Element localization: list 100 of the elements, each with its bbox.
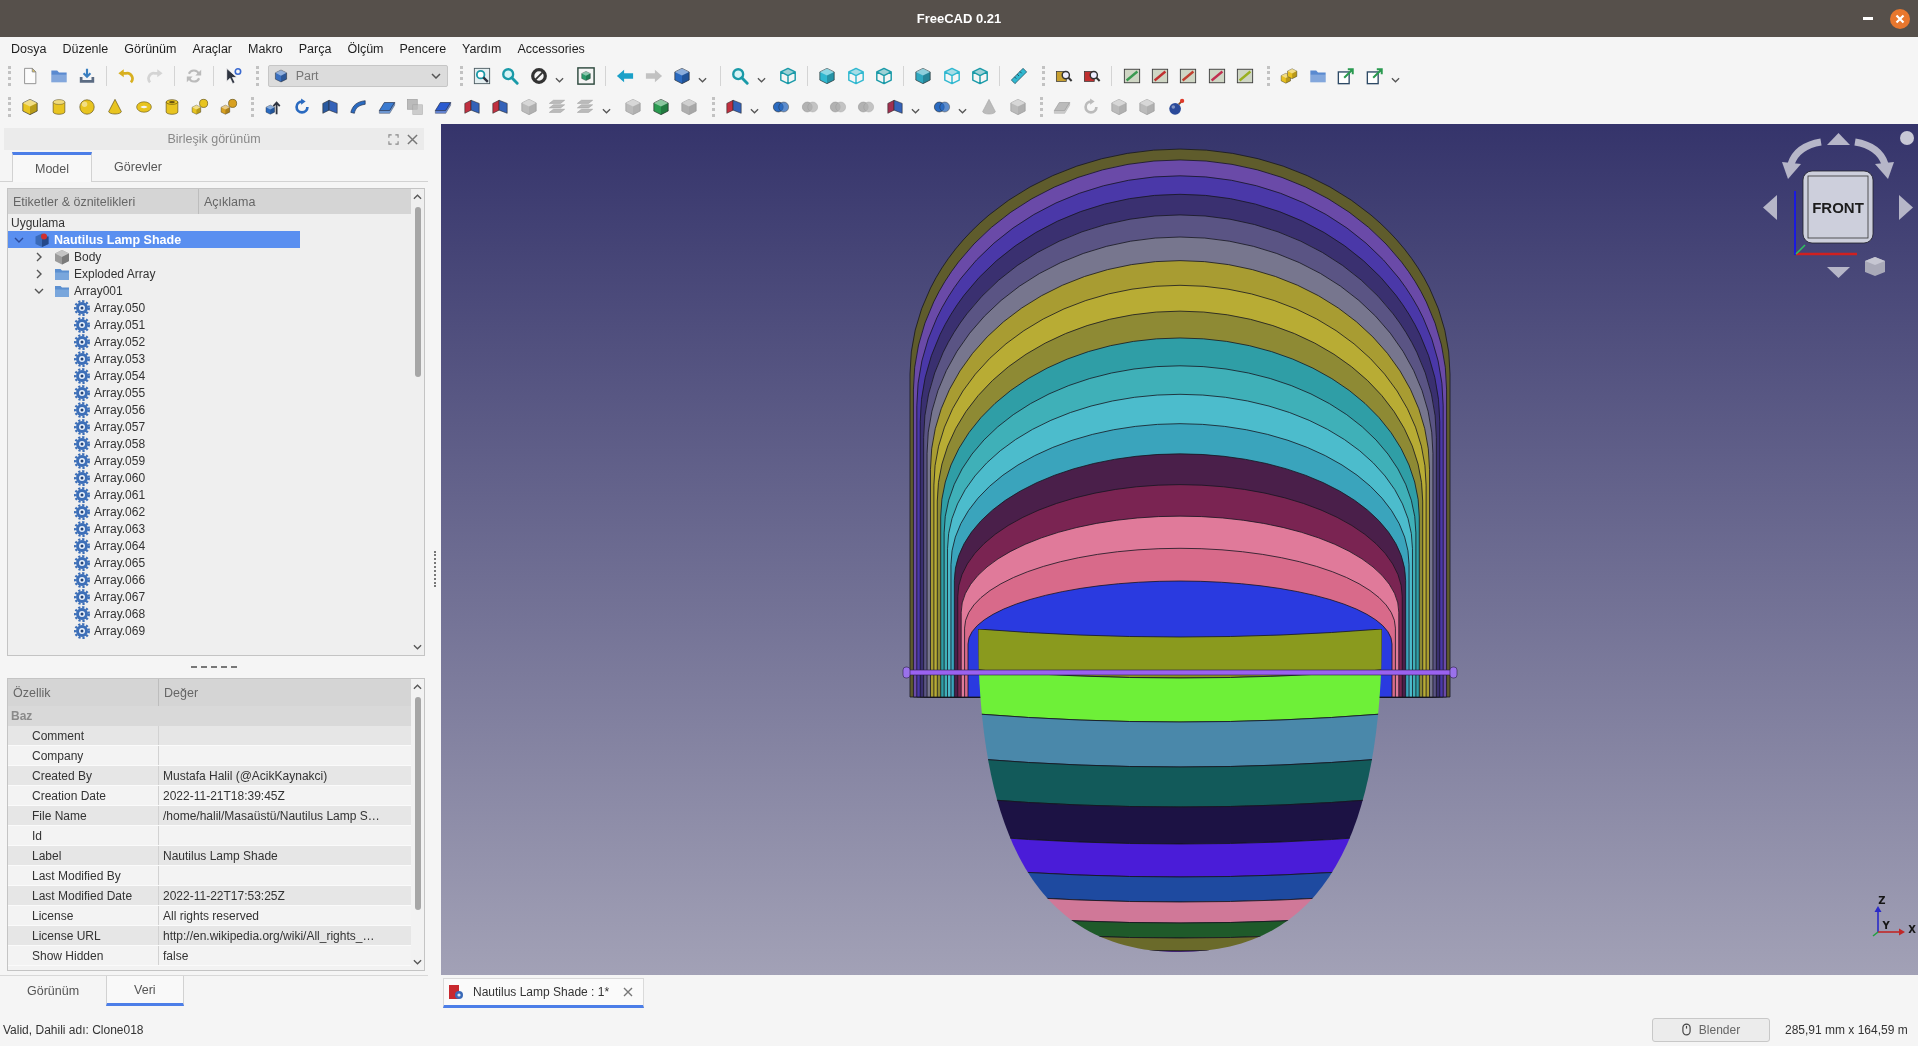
expand-corners-icon[interactable]	[388, 133, 399, 145]
cube-icon[interactable]	[1865, 257, 1885, 276]
tree-item[interactable]: Array.063	[48, 520, 154, 537]
chevron-icon[interactable]	[34, 268, 44, 279]
tree-item[interactable]: Array.059	[48, 452, 154, 469]
wireframe-cube-icon[interactable]	[942, 66, 961, 85]
cursor-icon[interactable]	[224, 66, 243, 85]
caret-down-icon[interactable]	[413, 644, 422, 650]
menu-item[interactable]: Accessories	[509, 41, 593, 56]
menu-item[interactable]: Pencere	[391, 41, 455, 56]
caret-down-icon[interactable]	[413, 959, 422, 965]
caret-icon[interactable]	[1390, 76, 1400, 83]
zoom-frame-icon[interactable]	[472, 66, 491, 85]
scrollbar-thumb[interactable]	[414, 697, 421, 910]
cube-icon[interactable]	[914, 66, 933, 85]
property-row[interactable]: Show Hidden false	[8, 946, 411, 966]
close-icon[interactable]	[1890, 8, 1910, 29]
cone-icon[interactable]	[106, 97, 125, 116]
tree-item[interactable]: Array.064	[48, 537, 154, 554]
slashed-circle-icon[interactable]	[529, 66, 548, 85]
curved-arrow-icon[interactable]	[1854, 138, 1894, 179]
menu-item[interactable]: Dosya	[3, 41, 55, 56]
chevron-icon[interactable]	[34, 251, 44, 262]
caret-icon[interactable]	[756, 76, 766, 83]
column-header[interactable]: Özellik	[8, 679, 159, 706]
property-row[interactable]: Last Modified By	[8, 866, 411, 886]
column-header[interactable]: Açıklama	[199, 189, 411, 214]
folded-panels-icon[interactable]	[462, 97, 481, 116]
tree-item[interactable]: Array.067	[48, 588, 154, 605]
circular-arrow-icon[interactable]	[292, 97, 311, 116]
cube-face-button[interactable]: FRONT	[1802, 170, 1874, 244]
tree-item[interactable]: Array001	[28, 282, 131, 299]
down-arrow-icon[interactable]	[1827, 267, 1850, 278]
framed-cube-icon[interactable]	[576, 66, 595, 85]
up-arrow-icon[interactable]	[1827, 133, 1850, 145]
caret-up-icon[interactable]	[413, 194, 422, 200]
property-row[interactable]: Id	[8, 826, 411, 846]
scrollbar-thumb[interactable]	[414, 207, 421, 377]
ruler-icon[interactable]	[1010, 66, 1029, 85]
tree-item[interactable]: Array.066	[48, 571, 154, 588]
tree-item[interactable]: Array.052	[48, 333, 154, 350]
toolbar-grip[interactable]	[8, 65, 11, 86]
toolbar-grip[interactable]	[1041, 65, 1045, 86]
property-row[interactable]: Last Modified Date 2022-11-22T17:53:25Z	[8, 886, 411, 906]
tree-item[interactable]: Exploded Array	[28, 265, 164, 282]
wireframe-cube-icon[interactable]	[971, 66, 990, 85]
caret-icon[interactable]	[601, 107, 611, 114]
tree-item[interactable]: Array.069	[48, 622, 154, 639]
caret-up-icon[interactable]	[413, 684, 422, 690]
folded-panels-icon[interactable]	[724, 97, 743, 116]
wireframe-cube-icon[interactable]	[846, 66, 865, 85]
caret-icon[interactable]	[750, 107, 759, 114]
property-row[interactable]: Creation Date 2022-11-21T18:39:45Z	[8, 786, 411, 806]
export-icon[interactable]	[1365, 66, 1384, 85]
tree-item[interactable]: Array.054	[48, 367, 154, 384]
tree-item[interactable]: Array.060	[48, 469, 154, 486]
folded-panels-icon[interactable]	[491, 97, 510, 116]
save-icon[interactable]	[77, 66, 96, 85]
wireframe-cube-icon[interactable]	[778, 66, 797, 85]
tree-item[interactable]: Array.051	[48, 316, 154, 333]
navigation-style-button[interactable]: Blender	[1652, 1017, 1770, 1042]
menu-item[interactable]: Ölçüm	[339, 41, 392, 56]
magnifier-icon[interactable]	[731, 66, 750, 85]
splitter-handle[interactable]	[191, 666, 237, 668]
menu-item[interactable]: Görünüm	[116, 41, 185, 56]
tab[interactable]: Görünüm	[0, 976, 107, 1006]
column-header[interactable]: Etiketler & öznitelikleri	[8, 189, 199, 214]
3d-viewport[interactable]: FRONT Z Y X	[441, 124, 1918, 975]
shapes-icon[interactable]	[191, 97, 210, 116]
property-row[interactable]: License URL http://en.wikipedia.org/wiki/All_rights_…	[8, 926, 411, 946]
menu-item[interactable]: Makro	[240, 41, 291, 56]
property-row[interactable]: File Name /home/halil/Masaüstü/Nautilus Lamp S…	[8, 806, 411, 826]
tree-item[interactable]: Body	[28, 248, 110, 265]
export-icon[interactable]	[1337, 66, 1356, 85]
splitter-handle[interactable]	[433, 550, 436, 587]
tab[interactable]: Veri	[106, 976, 184, 1006]
close-icon[interactable]	[623, 987, 634, 997]
blocks-icon[interactable]	[1280, 66, 1299, 85]
curved-arrow-icon[interactable]	[1782, 138, 1822, 179]
caret-icon[interactable]	[910, 107, 920, 114]
toolbar-grip[interactable]	[459, 65, 463, 86]
sphere-icon[interactable]	[77, 97, 96, 116]
toolbar-grip[interactable]	[1040, 96, 1043, 117]
folded-panels-icon[interactable]	[885, 97, 904, 116]
toolbar-grip[interactable]	[251, 96, 254, 117]
tab[interactable]: Model	[12, 152, 93, 182]
tree-item[interactable]: Array.053	[48, 350, 154, 367]
menu-item[interactable]: Araçlar	[184, 41, 240, 56]
toolbar-grip[interactable]	[255, 65, 259, 86]
right-arrow-icon[interactable]	[1899, 195, 1913, 220]
toolbar-grip[interactable]	[1267, 65, 1271, 86]
curved-slab-icon[interactable]	[349, 97, 368, 116]
circle-icon[interactable]	[1900, 131, 1914, 145]
document-icon[interactable]	[21, 66, 40, 85]
tree-item[interactable]: Array.062	[48, 503, 154, 520]
shapes-icon[interactable]	[219, 97, 238, 116]
tree-item[interactable]: Array.050	[48, 299, 154, 316]
menu-item[interactable]: Parça	[290, 41, 340, 56]
document-tab[interactable]: Nautilus Lamp Shade : 1*	[443, 978, 645, 1008]
cube-icon[interactable]	[652, 97, 671, 116]
